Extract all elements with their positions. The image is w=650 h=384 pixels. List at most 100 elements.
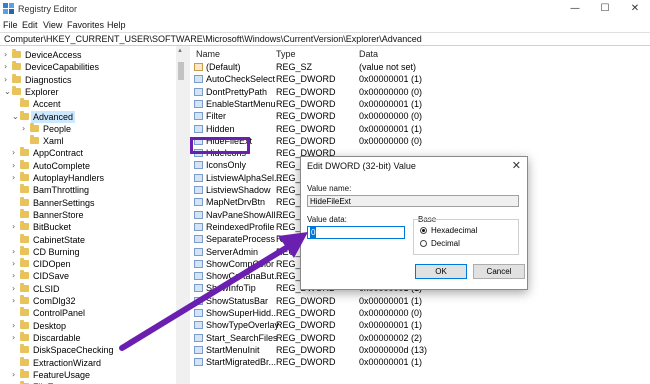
tree-item-label: CD Burning (33, 246, 80, 257)
key-tree-pane[interactable]: › DeviceAccess › DeviceCapabilities › Diagnos… (0, 46, 186, 384)
value-name: Filter (206, 111, 226, 122)
tree-scroll-thumb[interactable] (178, 62, 184, 80)
folder-icon (20, 98, 29, 108)
folder-icon (20, 356, 29, 366)
value-row-showstatusbar[interactable]: ShowStatusBar REG_DWORD 0x00000001 (1) (190, 295, 650, 307)
cancel-button[interactable]: Cancel (473, 264, 525, 279)
minimize-button[interactable]: — (560, 0, 590, 18)
tree-item-label: Discardable (33, 332, 81, 343)
binary-value-icon (194, 186, 203, 194)
decimal-label[interactable]: Decimal (431, 239, 460, 248)
value-type: REG_DWORD (276, 123, 336, 134)
chevron-right-icon[interactable]: › (12, 283, 20, 295)
chevron-down-icon[interactable]: ⌄ (4, 86, 12, 98)
column-header-name[interactable]: Name (196, 49, 220, 59)
value-row-showtypeoverlay[interactable]: ShowTypeOverlay REG_DWORD 0x00000001 (1) (190, 319, 650, 331)
chevron-right-icon[interactable]: › (12, 221, 20, 233)
folder-icon (12, 49, 21, 58)
dialog-close-icon[interactable]: ✕ (512, 159, 521, 172)
value-data: (value not set) (359, 62, 417, 72)
tree-item-label: CLSID (33, 283, 60, 294)
value-name: Hidden (206, 123, 235, 134)
binary-value-icon (194, 333, 203, 342)
folder-icon (20, 196, 29, 206)
menu-edit[interactable]: Edit (22, 20, 38, 30)
menu-view[interactable]: View (43, 20, 62, 30)
ok-button[interactable]: OK (415, 264, 467, 279)
chevron-right-icon[interactable]: › (12, 270, 20, 282)
value-row-filter[interactable]: Filter REG_DWORD 0x00000000 (0) (190, 110, 650, 122)
decimal-radio[interactable] (420, 240, 427, 247)
chevron-right-icon[interactable]: › (12, 295, 20, 307)
tree-item-label: People (43, 123, 72, 134)
value-row-enablestartmenu[interactable]: EnableStartMenu REG_DWORD 0x00000001 (1) (190, 98, 650, 110)
binary-value-icon (194, 75, 203, 84)
value-row--default[interactable]: (Default) REG_SZ (value not set) (190, 61, 650, 73)
maximize-button[interactable]: ☐ (590, 0, 620, 18)
chevron-right-icon[interactable]: › (22, 123, 30, 135)
value-type: REG_DWORD (276, 295, 336, 306)
column-header-data[interactable]: Data (359, 49, 378, 59)
folder-icon (20, 307, 29, 317)
tree-item-label: Desktop (33, 320, 67, 331)
title-bar[interactable]: Registry Editor — ☐ ✕ (0, 0, 650, 18)
scroll-up-icon[interactable]: ▲ (177, 48, 183, 54)
value-name: IconsOnly (206, 160, 247, 171)
tree-scrollbar[interactable]: ▲ (176, 46, 186, 384)
hexadecimal-label[interactable]: Hexadecimal (431, 226, 477, 235)
folder-icon (20, 319, 29, 329)
folder-icon (20, 344, 29, 354)
tree-item-label: BannerStore (33, 209, 84, 220)
value-row-startmigratedbr[interactable]: StartMigratedBr... REG_DWORD 0x00000001 (1… (190, 356, 650, 368)
tree-item-label: DeviceCapabilities (25, 62, 100, 73)
binary-value-icon (194, 235, 203, 244)
chevron-right-icon[interactable]: › (12, 320, 20, 332)
value-row-startmenuinit[interactable]: StartMenuInit REG_DWORD 0x0000000d (13) (190, 344, 650, 356)
chevron-down-icon[interactable]: ⌄ (12, 111, 20, 123)
value-name: StartMigratedBr... (206, 357, 277, 368)
address-bar[interactable]: Computer\HKEY_CURRENT_USER\SOFTWARE\Micr… (0, 32, 650, 46)
chevron-right-icon[interactable]: › (12, 332, 20, 344)
value-data: 0x0000000d (13) (359, 344, 428, 355)
chevron-right-icon[interactable]: › (12, 369, 20, 381)
value-type: REG_SZ (276, 62, 313, 72)
chevron-right-icon[interactable]: › (12, 246, 20, 258)
chevron-right-icon[interactable]: › (12, 147, 20, 159)
binary-value-icon (194, 259, 203, 268)
value-row-hidefileext[interactable]: HideFileExt REG_DWORD 0x00000000 (0) (190, 135, 650, 147)
column-header-type[interactable]: Type (276, 49, 296, 59)
value-row-dontprettypath[interactable]: DontPrettyPath REG_DWORD 0x00000000 (0) (190, 86, 650, 98)
tree-item-label: Diagnostics (25, 74, 72, 85)
menu-help[interactable]: Help (107, 20, 126, 30)
menu-favorites[interactable]: Favorites (67, 20, 104, 30)
chevron-right-icon[interactable]: › (12, 160, 20, 172)
tree-item-label: BitBucket (33, 222, 72, 233)
value-row-autocheckselect[interactable]: AutoCheckSelect REG_DWORD 0x00000001 (1) (190, 73, 650, 85)
address-path[interactable]: Computer\HKEY_CURRENT_USER\SOFTWARE\Micr… (4, 34, 422, 44)
value-name: StartMenuInit (206, 344, 260, 355)
tree-item-label: ControlPanel (33, 308, 86, 319)
chevron-right-icon[interactable]: › (12, 258, 20, 270)
value-row-hidden[interactable]: Hidden REG_DWORD 0x00000001 (1) (190, 123, 650, 135)
binary-value-icon (194, 284, 203, 293)
hexadecimal-radio[interactable] (420, 227, 427, 234)
value-data: 0x00000002 (2) (359, 332, 423, 343)
chevron-right-icon[interactable]: › (4, 61, 12, 73)
chevron-right-icon[interactable]: › (4, 74, 12, 86)
close-button[interactable]: ✕ (620, 0, 650, 18)
value-name-label: Value name: (307, 184, 352, 193)
chevron-right-icon[interactable]: › (4, 49, 12, 61)
chevron-right-icon[interactable]: › (12, 172, 20, 184)
value-name: ShowTypeOverlay (206, 320, 280, 331)
tree-item-label: AutoComplete (33, 160, 91, 171)
folder-icon (12, 85, 21, 95)
value-name: ListviewShadow (206, 185, 271, 195)
value-row-showsuperhidd[interactable]: ShowSuperHidd... REG_DWORD 0x00000000 (0) (190, 307, 650, 319)
value-data-input[interactable]: 0 (307, 226, 405, 239)
folder-icon (20, 295, 29, 304)
folder-icon (20, 245, 29, 255)
menu-file[interactable]: File (3, 20, 18, 30)
value-row-start-searchfiles[interactable]: Start_SearchFiles REG_DWORD 0x00000002 (2) (190, 332, 650, 344)
value-name: EnableStartMenu (206, 98, 276, 109)
registry-editor-window: Registry Editor — ☐ ✕ File Edit View Fav… (0, 0, 650, 384)
